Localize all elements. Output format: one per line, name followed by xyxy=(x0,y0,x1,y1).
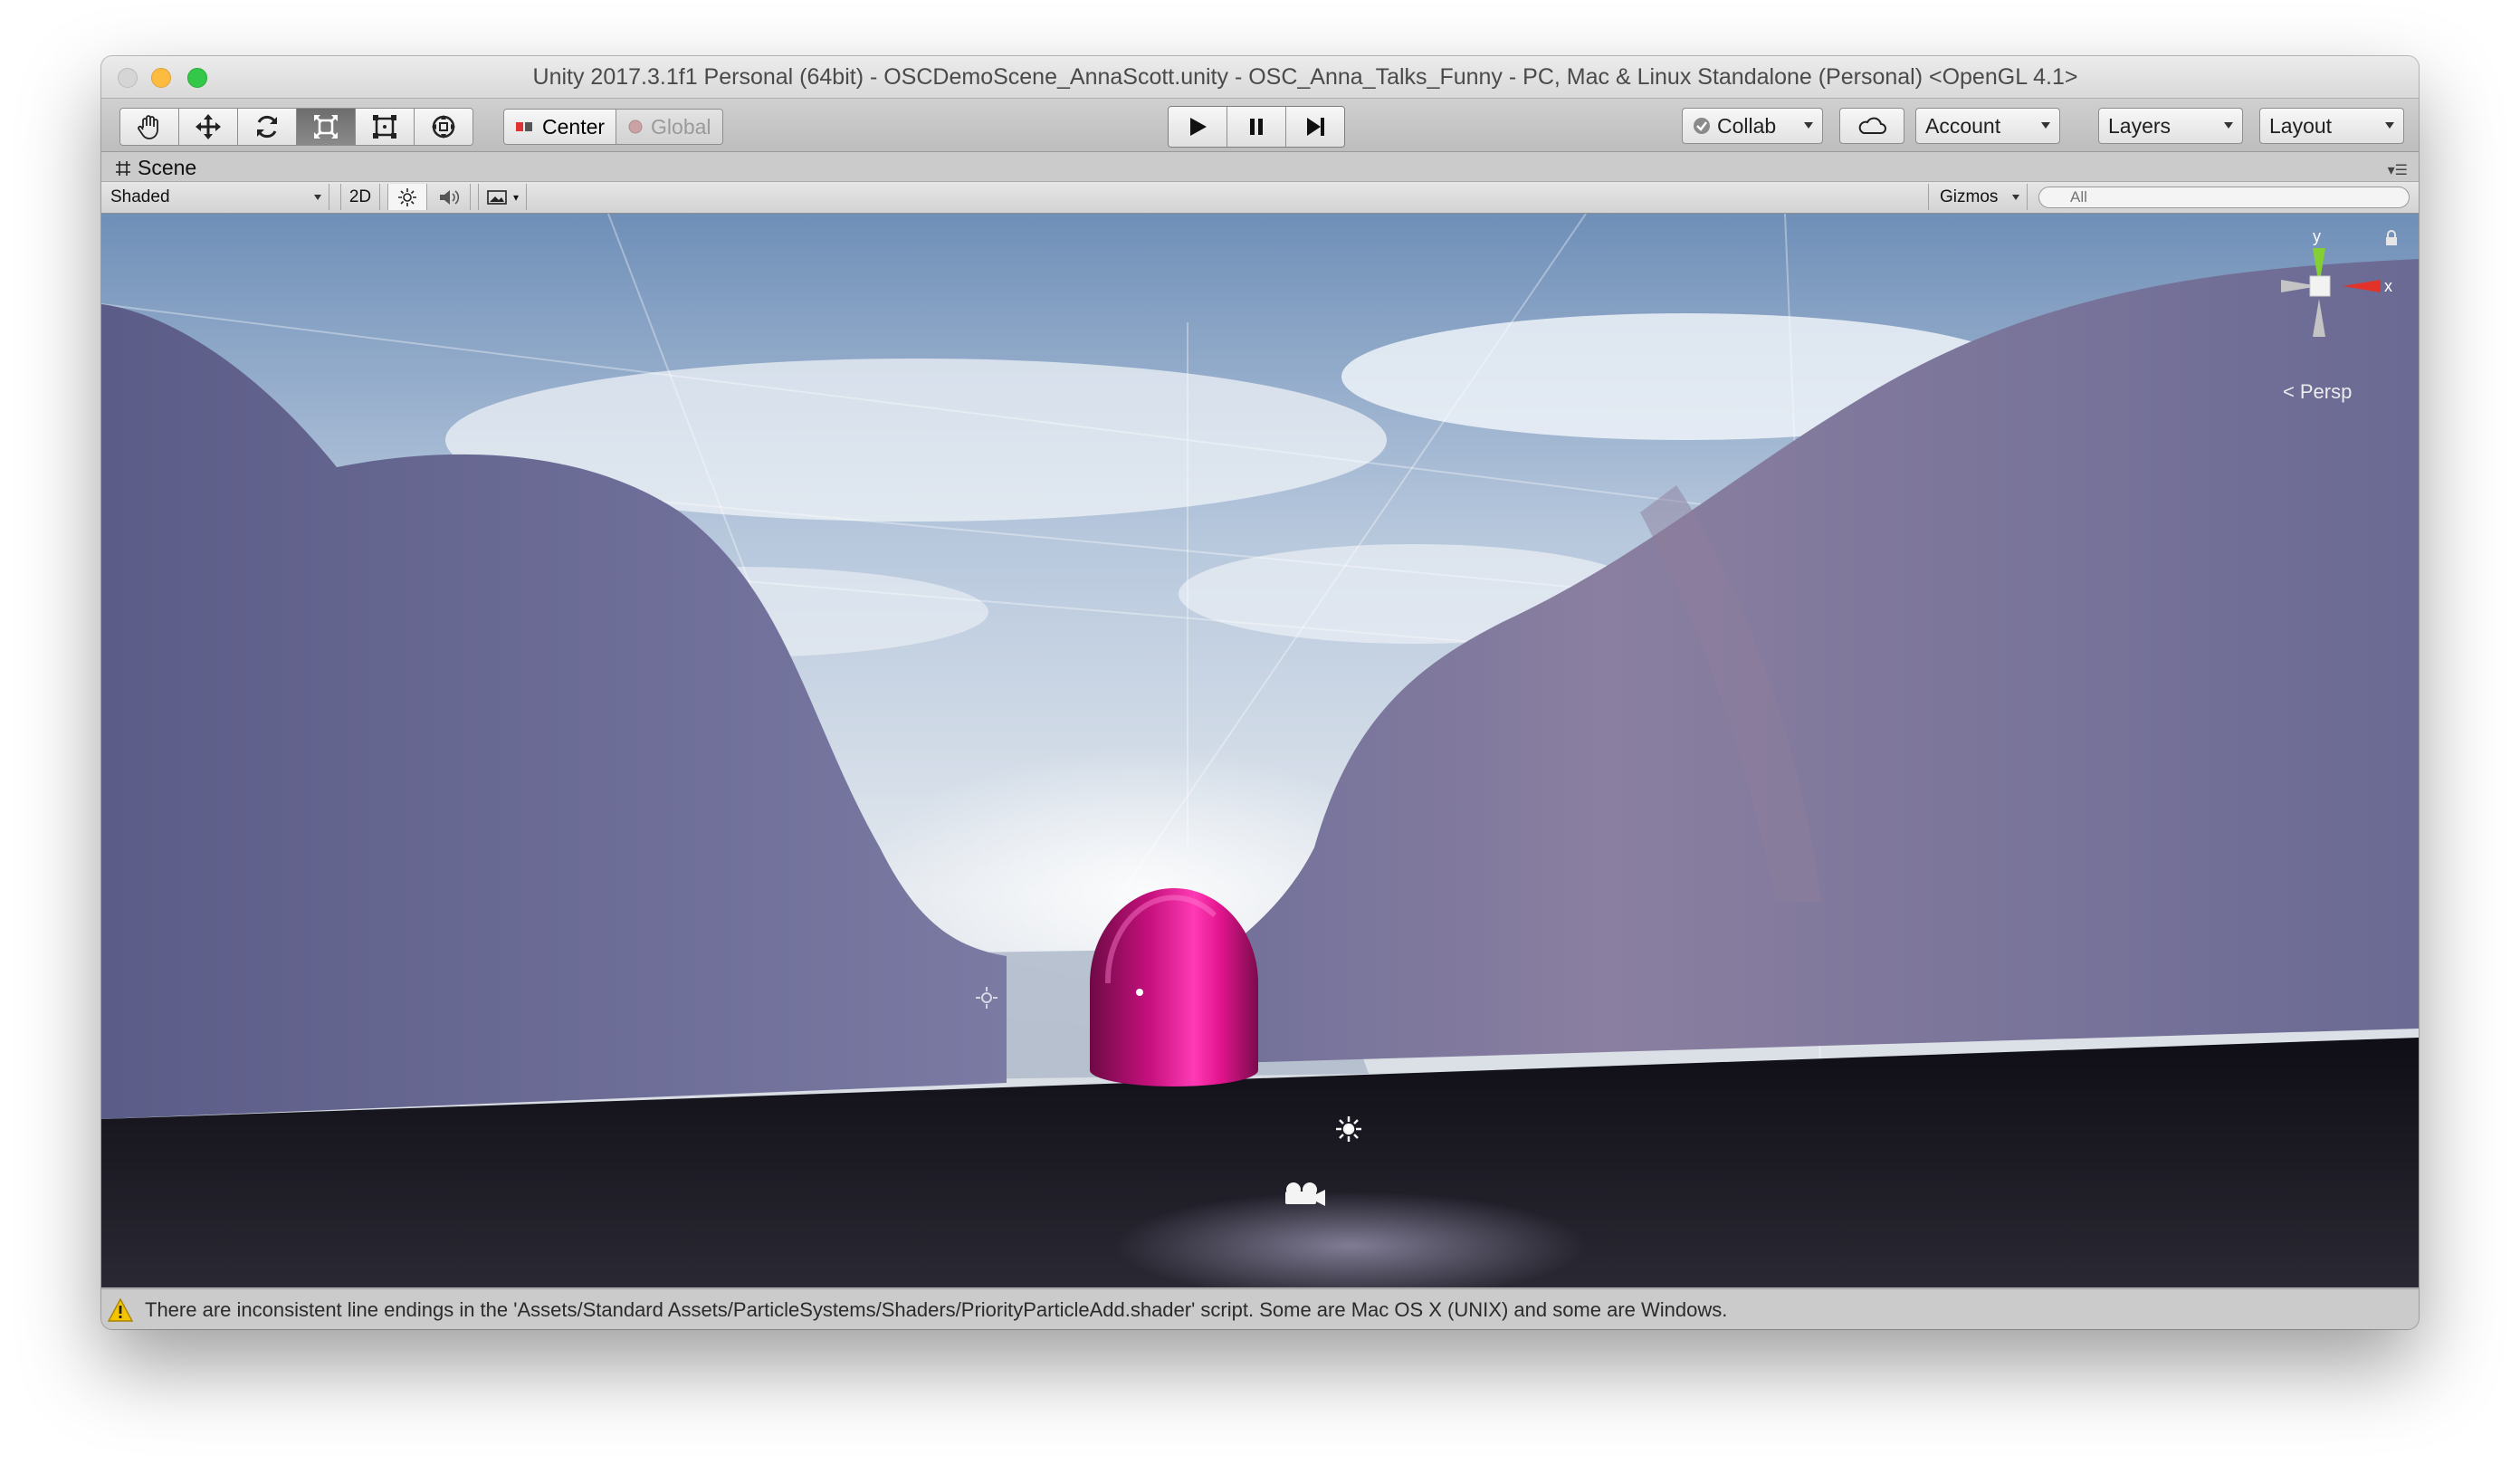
chevron-down-icon xyxy=(2041,122,2050,129)
checkmark-icon xyxy=(1694,118,1710,134)
rotate-icon xyxy=(257,115,277,139)
gizmos-dropdown[interactable]: Gizmos xyxy=(1928,184,2028,210)
projection-label: Persp xyxy=(2299,380,2353,403)
cloud-icon xyxy=(1858,117,1886,134)
orientation-gizmo[interactable]: y x xyxy=(2263,230,2399,366)
gizmo-x-label: x xyxy=(2384,277,2392,295)
scene-render xyxy=(101,214,2419,1287)
step-icon xyxy=(1307,118,1324,136)
draw-mode-dropdown[interactable]: Shaded xyxy=(101,184,329,210)
capsule-object[interactable] xyxy=(1090,888,1258,1086)
window-title: Unity 2017.3.1f1 Personal (64bit) - OSCD… xyxy=(532,64,2078,90)
scene-viewport[interactable]: y x < Persp xyxy=(101,214,2419,1287)
grid-icon xyxy=(116,160,130,176)
play-icon xyxy=(1190,118,1207,136)
chevron-down-icon xyxy=(2012,195,2019,200)
move-icon xyxy=(196,114,221,139)
scene-effects-dropdown[interactable]: ▾ xyxy=(478,184,527,210)
pivot-global-label: Global xyxy=(651,114,711,139)
unity-window: Unity 2017.3.1f1 Personal (64bit) - OSCD… xyxy=(101,56,2419,1329)
maximize-window-button[interactable] xyxy=(187,68,207,88)
projection-toggle[interactable]: < Persp xyxy=(2283,380,2352,404)
layers-dropdown[interactable]: Layers xyxy=(2098,108,2243,144)
layout-dropdown[interactable]: Layout xyxy=(2259,108,2404,144)
chevron-down-icon xyxy=(2224,122,2233,129)
layers-label: Layers xyxy=(2108,113,2172,138)
chevron-down-icon xyxy=(314,195,321,200)
account-dropdown[interactable]: Account xyxy=(1915,108,2060,144)
chevron-left-icon: < xyxy=(2283,380,2295,403)
account-label: Account xyxy=(1925,113,2001,138)
toggle-2d-button[interactable]: 2D xyxy=(340,184,380,210)
close-window-button[interactable] xyxy=(118,68,138,88)
warning-icon xyxy=(107,1297,134,1322)
pivot-center-label: Center xyxy=(542,114,606,139)
sun-icon xyxy=(398,187,416,206)
draw-mode-label: Shaded xyxy=(110,187,170,206)
rotate-tool-button[interactable] xyxy=(238,109,297,145)
hierarchy-search-input[interactable] xyxy=(2038,187,2410,208)
hand-tool-button[interactable] xyxy=(120,109,179,145)
minimize-window-button[interactable] xyxy=(151,68,171,88)
scene-lighting-toggle[interactable] xyxy=(387,184,427,210)
center-pivot-icon xyxy=(516,122,532,131)
pause-icon xyxy=(1250,119,1263,135)
transform-tool-button[interactable] xyxy=(415,109,472,145)
pivot-global-button[interactable]: Global xyxy=(616,110,722,144)
speaker-icon xyxy=(439,189,459,205)
collab-label: Collab xyxy=(1717,113,1777,138)
chevron-down-icon xyxy=(1804,122,1813,129)
pivot-center-button[interactable]: Center xyxy=(504,110,616,144)
main-toolbar: Center Global Collab Account Layers Layo… xyxy=(101,99,2419,152)
cloud-button[interactable] xyxy=(1839,108,1904,144)
step-button[interactable] xyxy=(1286,107,1344,147)
playback-controls xyxy=(1168,106,1345,148)
status-message: There are inconsistent line endings in t… xyxy=(145,1297,1728,1321)
lock-icon[interactable] xyxy=(2384,230,2399,246)
tab-scene[interactable]: Scene xyxy=(114,156,196,180)
layout-label: Layout xyxy=(2269,113,2333,138)
transform-tools xyxy=(119,108,473,146)
chevron-down-icon: ▾ xyxy=(512,190,520,204)
gizmo-y-label: y xyxy=(2313,230,2321,245)
light-gizmo[interactable] xyxy=(1336,1116,1361,1142)
transform-icon xyxy=(432,115,455,139)
collab-dropdown[interactable]: Collab xyxy=(1682,108,1823,144)
toggle-2d-label: 2D xyxy=(348,187,372,206)
gizmos-label: Gizmos xyxy=(1940,187,1999,206)
scene-tab-bar: Scene ▾☰ xyxy=(101,152,2419,182)
scene-audio-toggle[interactable] xyxy=(427,184,471,210)
rect-icon xyxy=(373,115,396,139)
play-button[interactable] xyxy=(1169,107,1227,147)
hand-icon xyxy=(138,115,158,139)
title-bar: Unity 2017.3.1f1 Personal (64bit) - OSCD… xyxy=(101,56,2419,99)
point-light-gizmo[interactable] xyxy=(1136,989,1143,996)
chevron-down-icon xyxy=(2385,122,2394,129)
rect-tool-button[interactable] xyxy=(356,109,415,145)
scale-icon xyxy=(314,115,338,139)
image-icon xyxy=(487,189,507,205)
status-bar[interactable]: There are inconsistent line endings in t… xyxy=(101,1288,2419,1329)
scale-tool-button[interactable] xyxy=(297,109,356,145)
move-tool-button[interactable] xyxy=(179,109,238,145)
panel-menu-icon[interactable]: ▾☰ xyxy=(2388,161,2408,179)
globe-icon xyxy=(628,120,643,134)
tab-scene-label: Scene xyxy=(138,156,197,179)
scene-toolbar: Shaded 2D ▾ Gizmos xyxy=(101,182,2419,214)
pause-button[interactable] xyxy=(1227,107,1286,147)
pivot-toggle-group: Center Global xyxy=(503,109,723,145)
